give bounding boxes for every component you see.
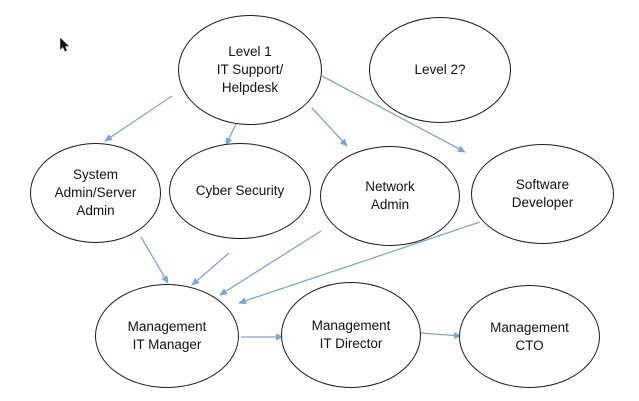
node-label: Level 1 IT Support/ Helpdesk — [216, 44, 284, 95]
node-label: Software Developer — [511, 177, 574, 210]
node-label: Management IT Manager — [127, 319, 207, 352]
node-label: Cyber Security — [195, 183, 285, 198]
diagram-canvas: Level 1 IT Support/ Helpdesk Level 2? Sy… — [0, 0, 639, 401]
edge-sysadmin-to-it-manager — [140, 236, 169, 284]
mouse-pointer-icon — [60, 38, 70, 52]
node-cto: Management CTO — [459, 285, 600, 388]
node-level1-it-support: Level 1 IT Support/ Helpdesk — [178, 15, 322, 125]
node-label: Level 2? — [414, 62, 466, 77]
node-it-manager: Management IT Manager — [95, 284, 239, 388]
edge-network-to-it-manager — [219, 230, 322, 296]
edge-level1-to-sysadmin — [104, 95, 173, 142]
node-label: Management CTO — [490, 319, 569, 353]
node-it-director: Management IT Director — [281, 282, 421, 388]
edge-cyber-to-it-manager — [191, 252, 230, 286]
edge-it-director-to-cto — [420, 331, 462, 339]
node-label: Management IT Director — [311, 318, 391, 351]
edge-level1-to-network — [311, 107, 348, 147]
node-label: Network Admin — [365, 179, 415, 212]
node-software-developer: Software Developer — [471, 144, 614, 244]
node-label: System Admin/Server Admin — [54, 167, 137, 218]
node-network-admin: Network Admin — [320, 146, 460, 246]
node-system-admin: System Admin/Server Admin — [30, 143, 161, 243]
node-level2: Level 2? — [369, 17, 511, 123]
edge-level1-to-cyber — [225, 123, 237, 146]
node-cyber-security: Cyber Security — [169, 143, 311, 239]
